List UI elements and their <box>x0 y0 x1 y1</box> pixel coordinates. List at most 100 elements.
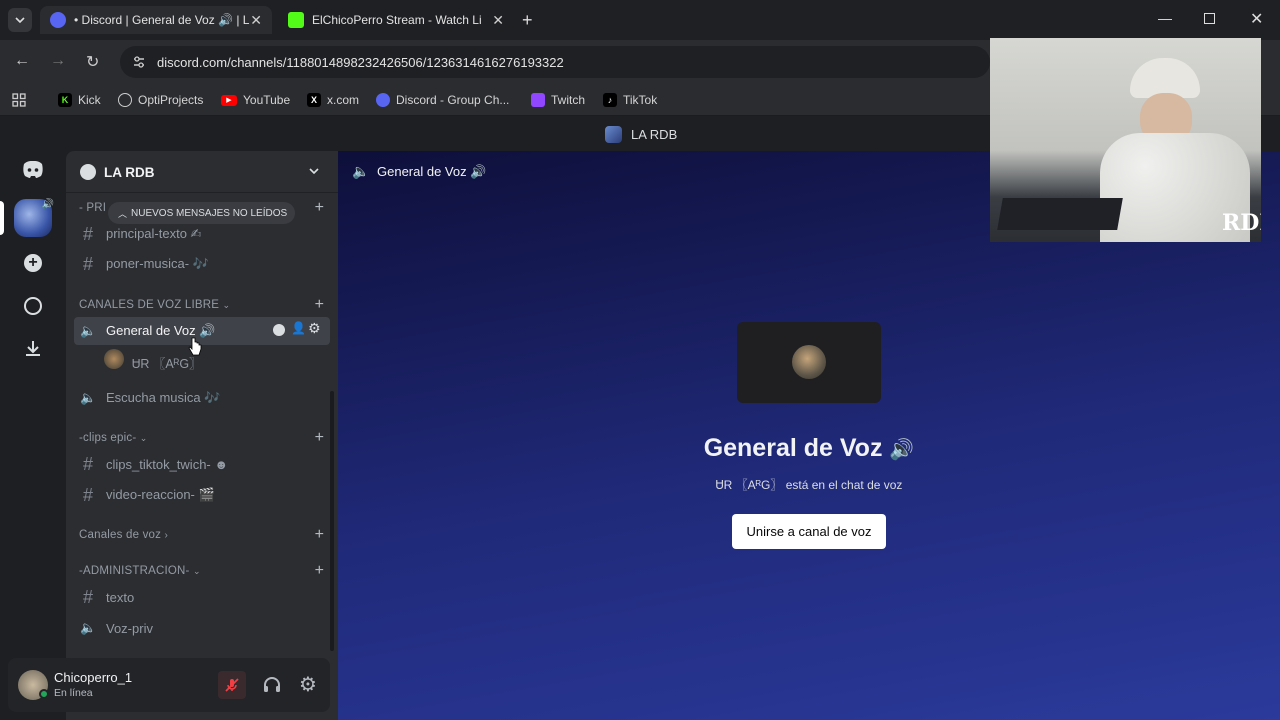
channel-general-de-voz[interactable]: 🔈 General de Voz 🔊 👤 ⚙ <box>74 317 330 345</box>
bookmark-x[interactable]: Xx.com <box>307 91 359 109</box>
close-tab-icon[interactable]: ✕ <box>492 12 504 29</box>
channel-poner-musica[interactable]: # poner-musica- 🎶 <box>74 250 330 278</box>
server-boost-icon <box>80 164 96 180</box>
bookmark-kick[interactable]: K Kick <box>58 91 101 109</box>
text-channel-hash-icon: # <box>82 586 93 607</box>
channel-principal-texto[interactable]: # principal-texto ✍ <box>74 220 330 248</box>
channel-video-reaccion[interactable]: # video-reaccion- 🎬 <box>74 481 330 509</box>
browser-tab-bar: • Discord | General de Voz 🔊 | L ✕ ElChi… <box>0 0 1280 40</box>
bookmark-optiprojects[interactable]: OptiProjects <box>118 91 203 109</box>
kick-icon: K <box>58 93 72 107</box>
voice-member-avatar[interactable] <box>104 349 124 369</box>
mute-mic-button[interactable] <box>218 671 246 699</box>
server-header[interactable]: LA RDB <box>66 151 338 193</box>
user-settings-gear-icon[interactable]: ⚙ <box>294 671 322 699</box>
tab-search-button[interactable] <box>8 8 32 32</box>
subtitle-text: está en el chat de voz <box>785 478 903 492</box>
add-channel-icon[interactable]: + <box>315 296 324 314</box>
tab-discord[interactable]: • Discord | General de Voz 🔊 | L ✕ <box>40 6 272 34</box>
restore-icon[interactable] <box>1204 13 1215 24</box>
text-channel-hash-icon: # <box>82 253 93 274</box>
user-status: En línea <box>54 687 93 699</box>
subtitle-user: ᏌR 〖AᴿG〗 <box>715 478 783 492</box>
bookmark-youtube[interactable]: ▶ YouTube <box>221 91 290 109</box>
kick-favicon-icon <box>288 12 304 28</box>
mic-muted-icon <box>225 678 239 692</box>
channel-clips-tiktok[interactable]: # clips_tiktok_twich- ☻ <box>74 450 330 478</box>
deafen-button[interactable] <box>258 671 286 699</box>
chevron-down-icon: ⌄ <box>139 433 148 443</box>
category-voz-libre[interactable]: CANALES DE VOZ LIBRE ⌄ <box>79 299 230 311</box>
join-voice-button[interactable]: Unirse a canal de voz <box>732 514 886 549</box>
channel-label: texto <box>106 589 135 605</box>
gear-icon[interactable]: ⚙ <box>308 320 321 337</box>
username[interactable]: Chicoperro_1 <box>54 670 132 685</box>
voice-speaker-icon: 🔈 <box>80 390 97 405</box>
category-principal[interactable]: - PRI <box>79 202 106 214</box>
category-label: -clips epic- <box>79 432 137 444</box>
open-chat-icon[interactable] <box>273 324 285 336</box>
chevron-down-icon: ⌄ <box>222 300 231 310</box>
bookmark-label: Twitch <box>551 93 586 107</box>
user-panel: Chicoperro_1 En línea ⚙ <box>8 658 330 712</box>
minimize-icon[interactable]: — <box>1158 10 1172 26</box>
bookmark-label: Kick <box>78 93 101 107</box>
channel-escucha-musica[interactable]: 🔈 Escucha musica 🎶 <box>74 384 330 412</box>
add-channel-icon[interactable]: + <box>315 562 324 580</box>
server-rail: 🔊 + <box>0 151 66 720</box>
channel-voz-priv[interactable]: 🔈 Voz-priv <box>74 614 330 642</box>
twitch-icon <box>531 93 545 107</box>
bookmark-label: TikTok <box>623 93 658 107</box>
bookmark-discord-group[interactable]: Discord - Group Ch... <box>376 91 509 109</box>
channel-label: principal-texto ✍ <box>106 226 202 241</box>
download-icon[interactable] <box>24 339 42 357</box>
keyboard-shape <box>997 198 1123 230</box>
close-tab-icon[interactable]: ✕ <box>250 12 262 29</box>
reload-icon[interactable]: ↻ <box>86 52 99 72</box>
tab-title: • Discord | General de Voz 🔊 | L <box>74 13 250 27</box>
voice-member-tile[interactable] <box>737 322 881 403</box>
channel-label: video-reaccion- 🎬 <box>106 487 215 502</box>
discord-home-icon[interactable] <box>19 155 47 183</box>
url-field[interactable]: discord.com/channels/1188014898232426506… <box>120 46 990 78</box>
close-window-icon[interactable]: ✕ <box>1250 9 1263 29</box>
forward-icon[interactable]: → <box>50 52 66 70</box>
server-la-rdb[interactable]: 🔊 <box>14 199 54 237</box>
sidebar-scrollbar[interactable] <box>330 391 334 651</box>
channel-label: Voz-priv <box>106 620 153 636</box>
back-icon[interactable]: ← <box>14 52 30 70</box>
channel-texto[interactable]: # texto <box>74 583 330 611</box>
youtube-icon: ▶ <box>221 94 237 106</box>
add-channel-icon[interactable]: + <box>315 199 324 217</box>
url-text: discord.com/channels/1188014898232426506… <box>157 55 564 70</box>
add-server-icon[interactable]: + <box>24 254 42 272</box>
discord-icon <box>376 93 390 107</box>
chevron-up-icon: ︿ <box>118 208 128 219</box>
bookmark-tiktok[interactable]: ♪ TikTok <box>603 91 657 109</box>
chevron-down-icon: ⌄ <box>192 566 201 576</box>
category-administracion[interactable]: -ADMINISTRACION- ⌄ <box>79 565 201 577</box>
explore-compass-icon[interactable] <box>24 297 42 315</box>
category-clips[interactable]: -clips epic- ⌄ <box>79 432 148 444</box>
tab-kick-stream[interactable]: ElChicoPerro Stream - Watch Li ✕ <box>278 6 514 34</box>
apps-grid-icon[interactable] <box>12 93 26 107</box>
text-channel-hash-icon: # <box>82 223 93 244</box>
online-status-dot <box>39 689 49 699</box>
tiktok-icon: ♪ <box>603 93 617 107</box>
new-tab-icon[interactable]: + <box>522 10 533 31</box>
add-channel-icon[interactable]: + <box>315 429 324 447</box>
webcam-overlay: RDB <box>990 38 1261 242</box>
add-channel-icon[interactable]: + <box>315 526 324 544</box>
category-canales-de-voz[interactable]: Canales de voz › <box>79 529 168 541</box>
speaker-emoji-icon: 🔊 <box>889 439 915 461</box>
channel-label: Escucha musica 🎶 <box>106 390 221 405</box>
bookmark-twitch[interactable]: Twitch <box>531 91 585 109</box>
channel-label: clips_tiktok_twich- ☻ <box>106 456 229 472</box>
bookmark-label: Discord - Group Ch... <box>396 93 510 107</box>
site-settings-icon[interactable] <box>132 55 146 69</box>
optiprojects-icon <box>118 93 132 107</box>
unread-pill-label: NUEVOS MENSAJES NO LEÍDOS <box>131 207 288 219</box>
invite-user-icon[interactable]: 👤 <box>291 321 306 335</box>
x-icon: X <box>307 93 321 107</box>
headphones-icon <box>264 677 280 692</box>
